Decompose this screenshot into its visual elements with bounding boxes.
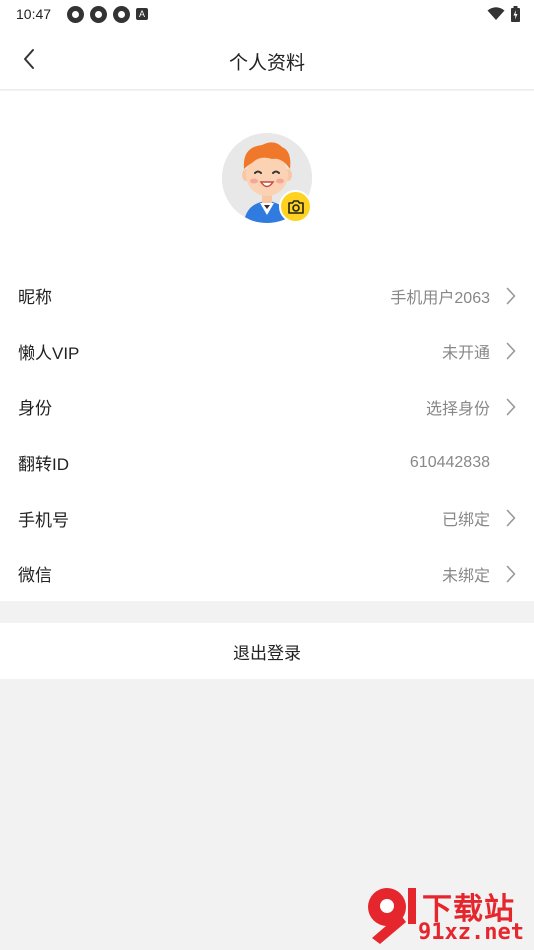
row-nickname[interactable]: 昵称 手机用户2063 xyxy=(0,268,534,324)
change-avatar-button[interactable] xyxy=(279,190,312,223)
row-label: 微信 xyxy=(18,566,52,586)
row-value: 未绑定 xyxy=(441,567,490,585)
app-notification-icon xyxy=(113,5,131,23)
row-value: 选择身份 xyxy=(425,400,490,418)
app-notification-icon xyxy=(67,5,85,23)
row-label: 懒人VIP xyxy=(18,343,80,363)
page-title: 个人资料 xyxy=(228,53,305,74)
watermark-9-icon xyxy=(368,888,416,944)
a-notification-icon: A xyxy=(136,8,149,20)
row-label: 身份 xyxy=(18,399,52,419)
row-flip-id: 翻转ID 610442838 xyxy=(0,435,534,491)
wifi-icon xyxy=(487,7,505,20)
chevron-right-icon xyxy=(504,565,518,583)
logout-button[interactable]: 退出登录 xyxy=(0,623,534,679)
row-vip[interactable]: 懒人VIP 未开通 xyxy=(0,324,534,380)
chevron-right-icon xyxy=(504,509,518,527)
profile-fields: 昵称 手机用户2063 懒人VIP 未开通 身份 选择身份 翻转ID 61044… xyxy=(0,268,534,602)
row-value: 未开通 xyxy=(441,345,490,363)
row-label: 昵称 xyxy=(18,288,52,308)
watermark-logo: 下载站 91xz.net xyxy=(360,882,530,948)
row-phone[interactable]: 手机号 已绑定 xyxy=(0,490,534,546)
chevron-right-icon xyxy=(504,342,518,360)
row-wechat[interactable]: 微信 未绑定 xyxy=(0,546,534,602)
row-value: 610442838 xyxy=(409,453,490,471)
notification-icons: A xyxy=(67,5,149,23)
camera-icon xyxy=(287,199,304,214)
profile-content: 昵称 手机用户2063 懒人VIP 未开通 身份 选择身份 翻转ID 61044… xyxy=(0,91,534,601)
nav-bar: 个人资料 xyxy=(0,28,534,90)
status-right-icons xyxy=(487,6,520,22)
row-value: 已绑定 xyxy=(441,512,490,530)
row-identity[interactable]: 身份 选择身份 xyxy=(0,379,534,435)
avatar-container[interactable] xyxy=(222,133,312,223)
chevron-right-icon xyxy=(504,398,518,416)
status-bar: 10:47 A xyxy=(0,0,534,28)
app-notification-icon xyxy=(90,5,108,23)
status-time: 10:47 xyxy=(16,6,52,22)
watermark-bottom-text: 91xz.net xyxy=(418,920,524,945)
row-label: 手机号 xyxy=(18,510,69,530)
row-label: 翻转ID xyxy=(18,455,69,475)
row-value: 手机用户2063 xyxy=(390,289,490,307)
battery-icon xyxy=(511,6,520,22)
chevron-right-icon xyxy=(504,287,518,305)
